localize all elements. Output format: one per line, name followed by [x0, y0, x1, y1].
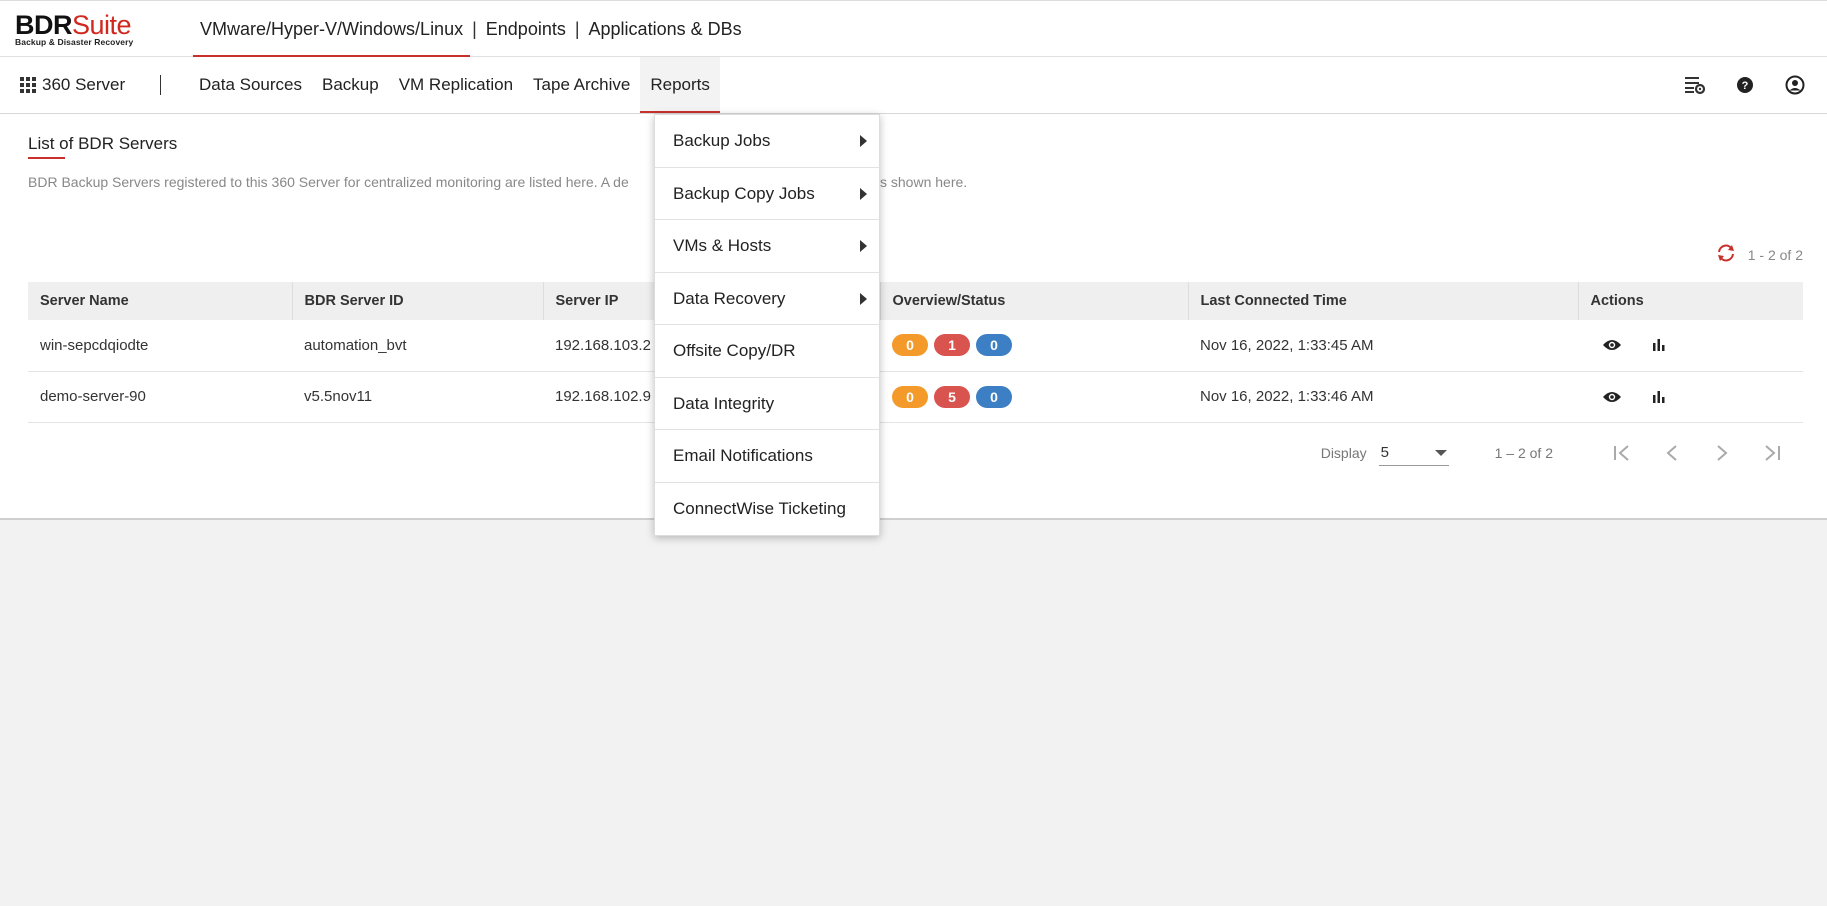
reports-dropdown-menu: Backup Jobs Backup Copy Jobs VMs & Hosts…	[654, 114, 880, 536]
cell-last-connected: Nov 16, 2022, 1:33:46 AM	[1188, 371, 1578, 423]
view-eye-icon[interactable]	[1602, 390, 1622, 404]
table-header-row: Server Name BDR Server ID Server IP Over…	[28, 282, 1803, 320]
user-icon[interactable]	[1783, 73, 1807, 97]
count-row: 1 - 2 of 2	[1716, 244, 1803, 265]
menu-item-data-recovery[interactable]: Data Recovery	[655, 273, 879, 325]
cell-status: 0 5 0	[880, 371, 1188, 423]
status-badge-info[interactable]: 0	[976, 385, 1012, 408]
cell-status: 0 1 0	[880, 320, 1188, 372]
servers-table: Server Name BDR Server ID Server IP Over…	[28, 282, 1803, 423]
status-badge-info[interactable]: 0	[976, 334, 1012, 357]
submenu-arrow-icon	[860, 240, 867, 252]
menu-item-label: VMs & Hosts	[673, 236, 772, 255]
bar-chart-icon[interactable]	[1652, 338, 1666, 352]
menu-item-label: Data Recovery	[673, 288, 786, 308]
menu-item-backup-copy-jobs[interactable]: Backup Copy Jobs	[655, 168, 879, 220]
main-content: List of BDR Servers BDR Backup Servers r…	[0, 114, 1827, 520]
page-size-value: 5	[1380, 444, 1389, 461]
nav-menu: Data Sources Backup VM Replication Tape …	[189, 57, 720, 113]
refresh-icon[interactable]	[1716, 244, 1736, 265]
status-badge-warning[interactable]: 0	[892, 334, 928, 357]
submenu-arrow-icon	[860, 187, 867, 200]
status-badge-failed[interactable]: 5	[934, 385, 970, 408]
nav-tape-archive[interactable]: Tape Archive	[523, 57, 640, 113]
submenu-arrow-icon	[860, 135, 867, 147]
col-actions: Actions	[1578, 282, 1803, 320]
nav-bar: 360 Server Data Sources Backup VM Replic…	[0, 57, 1827, 114]
product-separator: |	[472, 18, 477, 39]
top-bar: BDRSuite Backup & Disaster Recovery VMwa…	[0, 0, 1827, 57]
table-row[interactable]: win-sepcdqiodte automation_bvt 192.168.1…	[28, 320, 1803, 372]
next-page-icon[interactable]	[1697, 443, 1747, 463]
nav-reports[interactable]: Reports	[640, 57, 720, 113]
settings-list-icon[interactable]	[1683, 73, 1707, 97]
nav-backup[interactable]: Backup	[312, 57, 389, 113]
dropdown-caret-icon	[1434, 449, 1447, 456]
menu-item-label: Data Integrity	[673, 393, 775, 413]
menu-item-backup-jobs[interactable]: Backup Jobs	[655, 115, 879, 168]
col-server-name[interactable]: Server Name	[28, 282, 293, 320]
menu-item-label: Backup Jobs	[673, 131, 771, 150]
menu-item-label: Backup Copy Jobs	[673, 183, 815, 203]
menu-item-label: ConnectWise Ticketing	[673, 498, 846, 518]
cell-actions	[1578, 371, 1803, 423]
nav-actions: ?	[1683, 57, 1807, 113]
menu-item-email-notifications[interactable]: Email Notifications	[655, 430, 879, 483]
menu-item-vms-hosts[interactable]: VMs & Hosts	[655, 220, 879, 273]
menu-item-offsite-copy[interactable]: Offsite Copy/DR	[655, 325, 879, 378]
page-description-tail: s shown here.	[880, 174, 968, 190]
apps-grid-icon	[20, 77, 36, 93]
prev-page-icon[interactable]	[1647, 443, 1697, 463]
bdrsuite-logo[interactable]: BDRSuite Backup & Disaster Recovery	[15, 10, 145, 48]
page-size-select[interactable]: 5	[1378, 440, 1449, 466]
first-page-icon[interactable]	[1597, 443, 1647, 463]
status-badge-warning[interactable]: 0	[892, 385, 928, 408]
svg-text:?: ?	[1742, 80, 1749, 92]
nav-data-sources[interactable]: Data Sources	[189, 57, 312, 113]
cell-server-name: win-sepcdqiodte	[28, 320, 292, 372]
server-switch[interactable]: 360 Server	[20, 57, 125, 113]
col-last-connected[interactable]: Last Connected Time	[1188, 282, 1579, 320]
menu-item-data-integrity[interactable]: Data Integrity	[655, 378, 879, 430]
product-tab-endpoints[interactable]: Endpoints	[479, 1, 573, 57]
menu-item-label: Email Notifications	[673, 446, 813, 465]
cell-last-connected: Nov 16, 2022, 1:33:45 AM	[1188, 320, 1578, 372]
product-tabs: VMware/Hyper-V/Windows/Linux | Endpoints…	[193, 1, 749, 57]
display-label: Display	[1320, 445, 1367, 461]
menu-item-connectwise-ticketing[interactable]: ConnectWise Ticketing	[655, 483, 879, 536]
product-tab-vmware[interactable]: VMware/Hyper-V/Windows/Linux	[193, 1, 471, 57]
col-server-id[interactable]: BDR Server ID	[292, 282, 544, 320]
product-separator: |	[574, 18, 580, 39]
cell-server-id: v5.5nov11	[292, 371, 543, 423]
product-tab-applications[interactable]: Applications & DBs	[582, 1, 749, 57]
menu-item-label: Offsite Copy/DR	[673, 341, 796, 360]
logo-bdr: BDR	[15, 10, 73, 40]
submenu-arrow-icon	[860, 292, 867, 305]
page-description: BDR Backup Servers registered to this 36…	[28, 174, 629, 190]
col-status[interactable]: Overview/Status	[880, 282, 1189, 320]
bar-chart-icon[interactable]	[1652, 390, 1666, 404]
page-title: List of BDR Servers	[28, 134, 178, 153]
nav-divider	[160, 75, 161, 95]
cell-server-id: automation_bvt	[292, 320, 543, 372]
pagination: Display 5 1 – 2 of 2	[1321, 438, 1797, 468]
logo-suite: Suite	[72, 10, 132, 40]
table-row[interactable]: demo-server-90 v5.5nov11 192.168.102.9 0…	[28, 371, 1803, 423]
view-eye-icon[interactable]	[1602, 338, 1622, 352]
status-badge-failed[interactable]: 1	[934, 334, 970, 357]
logo-tagline: Backup & Disaster Recovery	[15, 37, 134, 47]
server-switch-label: 360 Server	[42, 75, 126, 94]
page-range: 1 – 2 of 2	[1494, 445, 1553, 461]
cell-actions	[1578, 320, 1803, 372]
nav-vm-replication[interactable]: VM Replication	[389, 57, 523, 113]
record-count: 1 - 2 of 2	[1747, 246, 1803, 263]
cell-server-name: demo-server-90	[28, 371, 292, 423]
title-underline	[28, 157, 65, 159]
help-icon[interactable]: ?	[1733, 73, 1757, 97]
last-page-icon[interactable]	[1747, 443, 1797, 463]
